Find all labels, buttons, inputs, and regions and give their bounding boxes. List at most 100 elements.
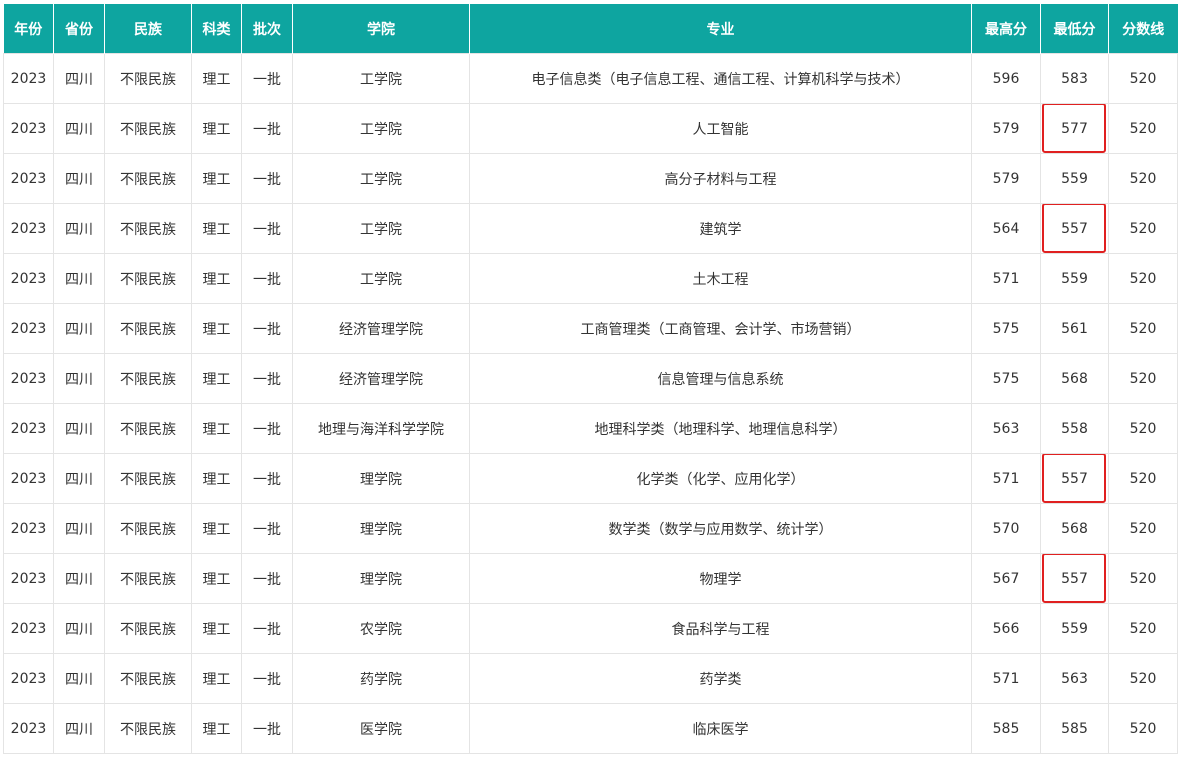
cell-max-score: 563 <box>971 403 1041 454</box>
table-row: 2023 四川 不限民族 理工 一批 药学院 药学类 571 563 520 <box>3 653 1178 704</box>
table-row: 2023 四川 不限民族 理工 一批 工学院 高分子材料与工程 579 559 520 <box>3 153 1178 204</box>
cell-subject: 理工 <box>191 103 242 154</box>
admission-score-table: 年份 省份 民族 科类 批次 学院 专业 最高分 最低分 分数线 2023 四川不… <box>3 4 1178 754</box>
cell-batch: 一批 <box>241 453 293 504</box>
cell-cutoff-line: 520 <box>1108 653 1178 704</box>
cell-province: 四川 <box>53 103 105 154</box>
cell-province: 四川 <box>53 53 105 104</box>
cell-cutoff-line: 520 <box>1108 103 1178 154</box>
cell-batch: 一批 <box>241 353 293 404</box>
cell-year: 2023 <box>3 703 54 754</box>
cell-batch: 一批 <box>241 653 293 704</box>
cell-cutoff-line: 520 <box>1108 503 1178 554</box>
cell-college: 工学院 <box>292 103 470 154</box>
cell-province: 四川 <box>53 653 105 704</box>
cell-college: 经济管理学院 <box>292 303 470 354</box>
cell-batch: 一批 <box>241 103 293 154</box>
table-row: 2023 四川 不限民族 理工 一批 经济管理学院 工商管理类（工商管理、会计学、市场营销）… <box>3 303 1178 354</box>
cell-min-score: 558 <box>1040 403 1109 454</box>
header-province: 省份 <box>53 4 105 54</box>
cell-college: 工学院 <box>292 253 470 304</box>
cell-batch: 一批 <box>241 703 293 754</box>
cell-cutoff-line: 520 <box>1108 703 1178 754</box>
cell-ethnicity: 不限民族 <box>104 403 192 454</box>
cell-max-score: 571 <box>971 653 1041 704</box>
cell-college: 理学院 <box>292 453 470 504</box>
cell-subject: 理工 <box>191 303 242 354</box>
cell-max-score: 567 <box>971 553 1041 604</box>
cell-college: 工学院 <box>292 53 470 104</box>
cell-min-score: 559 <box>1040 253 1109 304</box>
cell-max-score: 575 <box>971 353 1041 404</box>
cell-major: 物理学 <box>469 553 972 604</box>
cell-subject: 理工 <box>191 653 242 704</box>
cell-subject: 理工 <box>191 153 242 204</box>
cell-batch: 一批 <box>241 503 293 554</box>
cell-major: 工商管理类（工商管理、会计学、市场营销） <box>469 303 972 354</box>
table-row: 2023 四川 不限民族 理工 一批 工学院 电子信息类（电子信息工程、通信工程、计算机科学… <box>3 53 1178 104</box>
cell-ethnicity: 不限民族 <box>104 653 192 704</box>
cell-subject: 理工 <box>191 203 242 254</box>
cell-college: 药学院 <box>292 653 470 704</box>
cell-college: 理学院 <box>292 503 470 554</box>
cell-college: 工学院 <box>292 203 470 254</box>
cell-batch: 一批 <box>241 303 293 354</box>
table-row: 2023 四川 不限民族 理工 一批 农学院 食品科学与工程 566 559 520 <box>3 603 1178 654</box>
min-score-value: 557 <box>1061 470 1088 487</box>
cell-cutoff-line: 520 <box>1108 253 1178 304</box>
header-subject: 科类 <box>191 4 242 54</box>
cell-ethnicity: 不限民族 <box>104 203 192 254</box>
cell-subject: 理工 <box>191 553 242 604</box>
cell-college: 农学院 <box>292 603 470 654</box>
cell-province: 四川 <box>53 503 105 554</box>
cell-subject: 理工 <box>191 503 242 554</box>
header-major: 专业 <box>469 4 972 54</box>
cell-cutoff-line: 520 <box>1108 353 1178 404</box>
table-header-row: 年份 省份 民族 科类 批次 学院 专业 最高分 最低分 分数线 <box>3 4 1178 54</box>
table-body: 2023 四川 不限民族 理工 一批 工学院 电子信息类（电子信息工程、通信工程、计算机科学… <box>3 53 1178 754</box>
cell-batch: 一批 <box>241 153 293 204</box>
cell-max-score: 579 <box>971 153 1041 204</box>
cell-ethnicity: 不限民族 <box>104 53 192 104</box>
table-row: 2023 四川 不限民族 理工 一批 工学院 人工智能 579 577 520 <box>3 103 1178 154</box>
cell-ethnicity: 不限民族 <box>104 503 192 554</box>
cell-batch: 一批 <box>241 553 293 604</box>
cell-min-score: 557 <box>1040 203 1109 254</box>
cell-subject: 理工 <box>191 53 242 104</box>
cell-college: 医学院 <box>292 703 470 754</box>
cell-subject: 理工 <box>191 253 242 304</box>
cell-year: 2023 <box>3 553 54 604</box>
cell-batch: 一批 <box>241 253 293 304</box>
cell-major: 药学类 <box>469 653 972 704</box>
cell-ethnicity: 不限民族 <box>104 553 192 604</box>
min-score-value: 557 <box>1061 570 1088 587</box>
cell-ethnicity: 不限民族 <box>104 703 192 754</box>
cell-cutoff-line: 520 <box>1108 153 1178 204</box>
header-college: 学院 <box>292 4 470 54</box>
cell-batch: 一批 <box>241 603 293 654</box>
cell-min-score: 583 <box>1040 53 1109 104</box>
cell-min-score: 585 <box>1040 703 1109 754</box>
header-min-score: 最低分 <box>1040 4 1109 54</box>
cell-province: 四川 <box>53 203 105 254</box>
cell-max-score: 571 <box>971 253 1041 304</box>
cell-min-score: 559 <box>1040 153 1109 204</box>
cell-min-score: 563 <box>1040 653 1109 704</box>
cell-min-score: 561 <box>1040 303 1109 354</box>
cell-province: 四川 <box>53 253 105 304</box>
cell-province: 四川 <box>53 603 105 654</box>
cell-max-score: 571 <box>971 453 1041 504</box>
cell-major: 土木工程 <box>469 253 972 304</box>
table-row: 2023 四川 不限民族 理工 一批 地理与海洋科学学院 地理科学类（地理科学、地理信息科学… <box>3 403 1178 454</box>
cell-province: 四川 <box>53 403 105 454</box>
header-cutoff-line: 分数线 <box>1108 4 1178 54</box>
cell-subject: 理工 <box>191 353 242 404</box>
cell-batch: 一批 <box>241 203 293 254</box>
cell-max-score: 564 <box>971 203 1041 254</box>
table-row: 2023 四川 不限民族 理工 一批 理学院 物理学 567 557 520 <box>3 553 1178 604</box>
cell-year: 2023 <box>3 503 54 554</box>
cell-max-score: 570 <box>971 503 1041 554</box>
min-score-value: 557 <box>1061 220 1088 237</box>
cell-year: 2023 <box>3 653 54 704</box>
cell-ethnicity: 不限民族 <box>104 353 192 404</box>
